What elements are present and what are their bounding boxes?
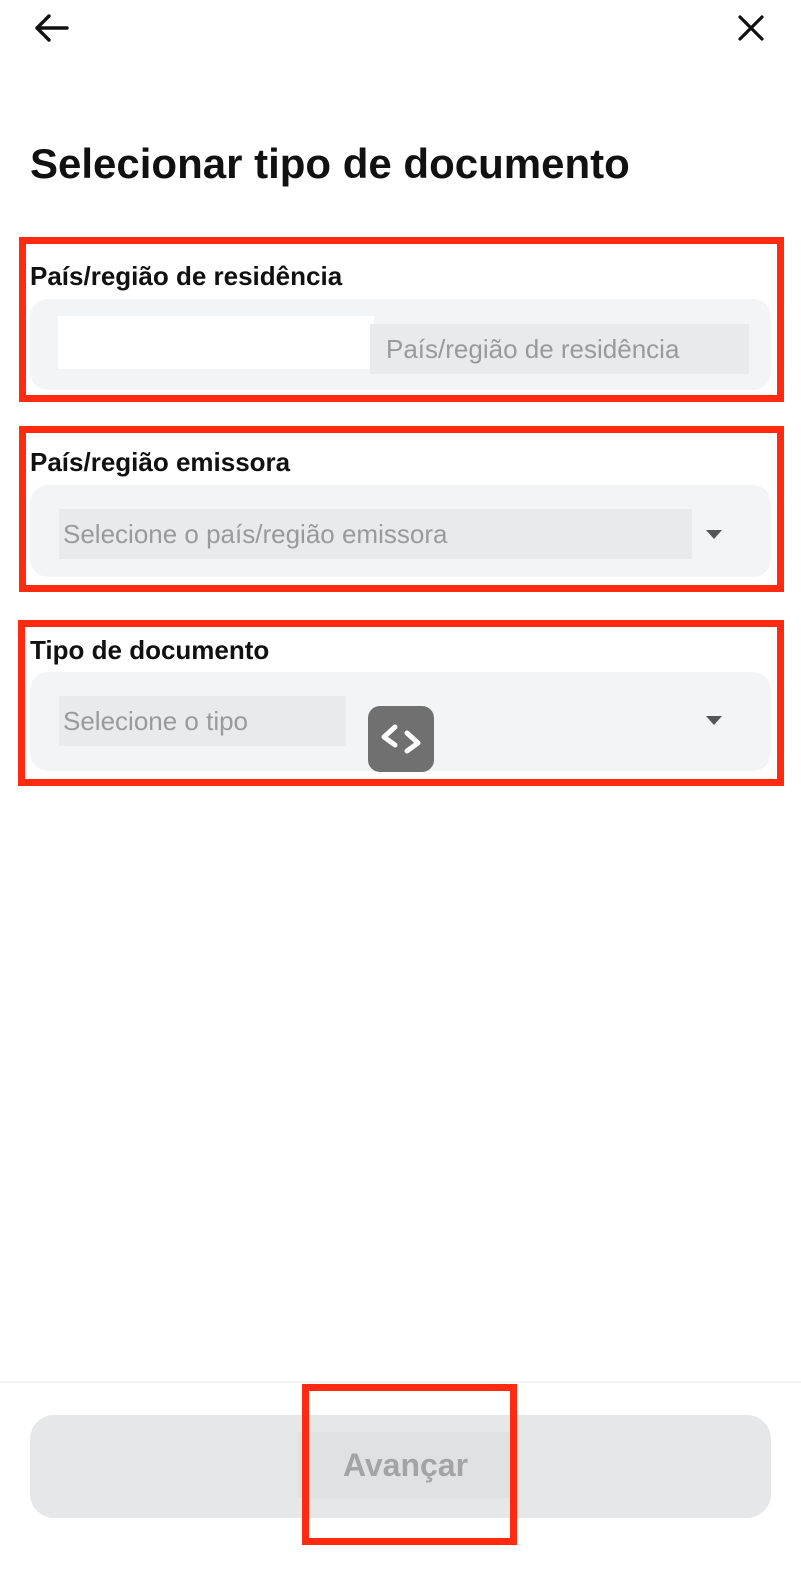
doc-type-label: Tipo de documento xyxy=(30,635,270,665)
arrow-left-icon xyxy=(35,14,69,42)
next-button-label: Avançar xyxy=(298,1432,513,1498)
issuing-placeholder: Selecione o país/região emissora xyxy=(59,509,692,559)
back-button[interactable] xyxy=(22,6,80,50)
residence-field[interactable]: País/região de residência xyxy=(30,299,771,390)
caret-down-icon xyxy=(706,530,722,539)
code-overlay-button[interactable] xyxy=(368,706,434,772)
residence-input[interactable]: País/região de residência xyxy=(370,324,749,374)
code-brackets-icon xyxy=(381,724,421,754)
issuing-label: País/região emissora xyxy=(30,447,291,477)
residence-label: País/região de residência xyxy=(30,261,343,291)
issuing-select[interactable]: Selecione o país/região emissora xyxy=(30,485,771,577)
footer-divider xyxy=(0,1381,801,1383)
caret-down-icon xyxy=(706,716,722,725)
page-title: Selecionar tipo de documento xyxy=(30,140,630,187)
close-icon xyxy=(738,15,764,41)
close-button[interactable] xyxy=(725,6,777,50)
doc-type-placeholder: Selecione o tipo xyxy=(59,696,346,746)
residence-value-area xyxy=(58,316,374,369)
